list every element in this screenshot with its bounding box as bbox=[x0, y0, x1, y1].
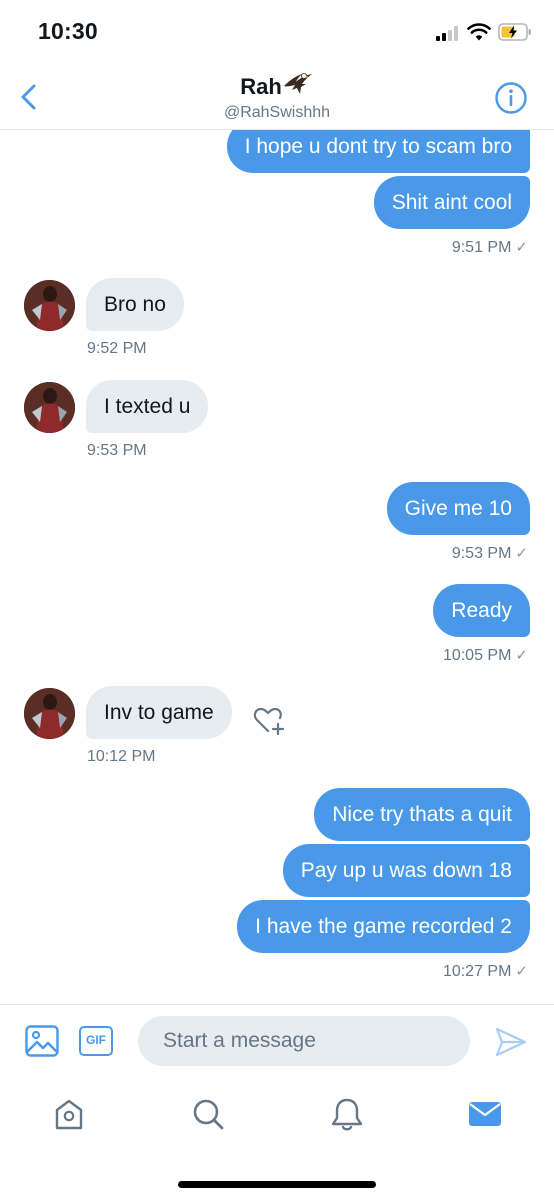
message-timestamp: 9:53 PM bbox=[87, 442, 147, 459]
add-reaction-heart-icon[interactable] bbox=[251, 702, 289, 740]
incoming-message[interactable]: Bro no bbox=[86, 278, 184, 331]
send-icon[interactable] bbox=[494, 1025, 528, 1059]
outgoing-message[interactable]: Give me 10 bbox=[386, 482, 530, 535]
message-timestamp: 10:05 PM ✓ bbox=[442, 647, 528, 664]
eagle-icon bbox=[283, 73, 312, 94]
message-timestamp: 9:52 PM bbox=[87, 340, 147, 357]
search-icon[interactable] bbox=[188, 1094, 228, 1134]
mail-icon[interactable] bbox=[465, 1094, 505, 1134]
read-check-icon: ✓ bbox=[515, 647, 528, 664]
contact-avatar[interactable] bbox=[24, 280, 75, 331]
contact-avatar[interactable] bbox=[24, 382, 75, 433]
message-timestamp: 9:53 PM ✓ bbox=[451, 545, 528, 562]
read-check-icon: ✓ bbox=[515, 545, 528, 562]
contact-name: Rah bbox=[240, 74, 282, 99]
gif-button[interactable]: GIF bbox=[79, 1026, 113, 1056]
contact-avatar[interactable] bbox=[24, 688, 75, 739]
conversation-title[interactable]: Rah bbox=[0, 68, 554, 100]
message-input[interactable] bbox=[138, 1016, 470, 1066]
message-composer: GIF bbox=[0, 1004, 554, 1080]
conversation-header: Rah @RahSwishhh bbox=[0, 62, 554, 130]
message-timestamp: 10:12 PM bbox=[87, 748, 156, 765]
incoming-message[interactable]: Inv to game bbox=[86, 686, 232, 739]
image-icon[interactable] bbox=[24, 1023, 60, 1059]
home-icon[interactable] bbox=[49, 1094, 89, 1134]
outgoing-message[interactable]: Ready bbox=[433, 584, 530, 637]
message-list[interactable]: I hope u dont try to scam bro Shit aint … bbox=[0, 130, 554, 1004]
wifi-icon bbox=[467, 23, 491, 41]
battery-charging-icon bbox=[498, 23, 531, 41]
message-timestamp: 9:51 PM ✓ bbox=[451, 239, 528, 256]
status-bar: 10:30 bbox=[0, 0, 554, 62]
outgoing-message[interactable]: Pay up u was down 18 bbox=[282, 844, 530, 897]
outgoing-message[interactable]: Shit aint cool bbox=[373, 176, 530, 229]
read-check-icon: ✓ bbox=[515, 963, 528, 980]
incoming-message[interactable]: I texted u bbox=[86, 380, 209, 433]
home-indicator bbox=[178, 1181, 376, 1188]
read-check-icon: ✓ bbox=[515, 239, 528, 256]
contact-handle: @RahSwishhh bbox=[223, 104, 331, 121]
status-time: 10:30 bbox=[38, 18, 98, 44]
outgoing-message[interactable]: I have the game recorded 2 bbox=[237, 900, 530, 953]
outgoing-message[interactable]: I hope u dont try to scam bro bbox=[226, 130, 530, 173]
info-icon[interactable] bbox=[494, 81, 528, 115]
outgoing-message[interactable]: Nice try thats a quit bbox=[314, 788, 530, 841]
message-timestamp: 10:27 PM ✓ bbox=[442, 963, 528, 980]
bottom-tab-bar bbox=[0, 1080, 554, 1200]
cellular-signal-icon bbox=[436, 25, 460, 41]
bell-icon[interactable] bbox=[327, 1094, 367, 1134]
